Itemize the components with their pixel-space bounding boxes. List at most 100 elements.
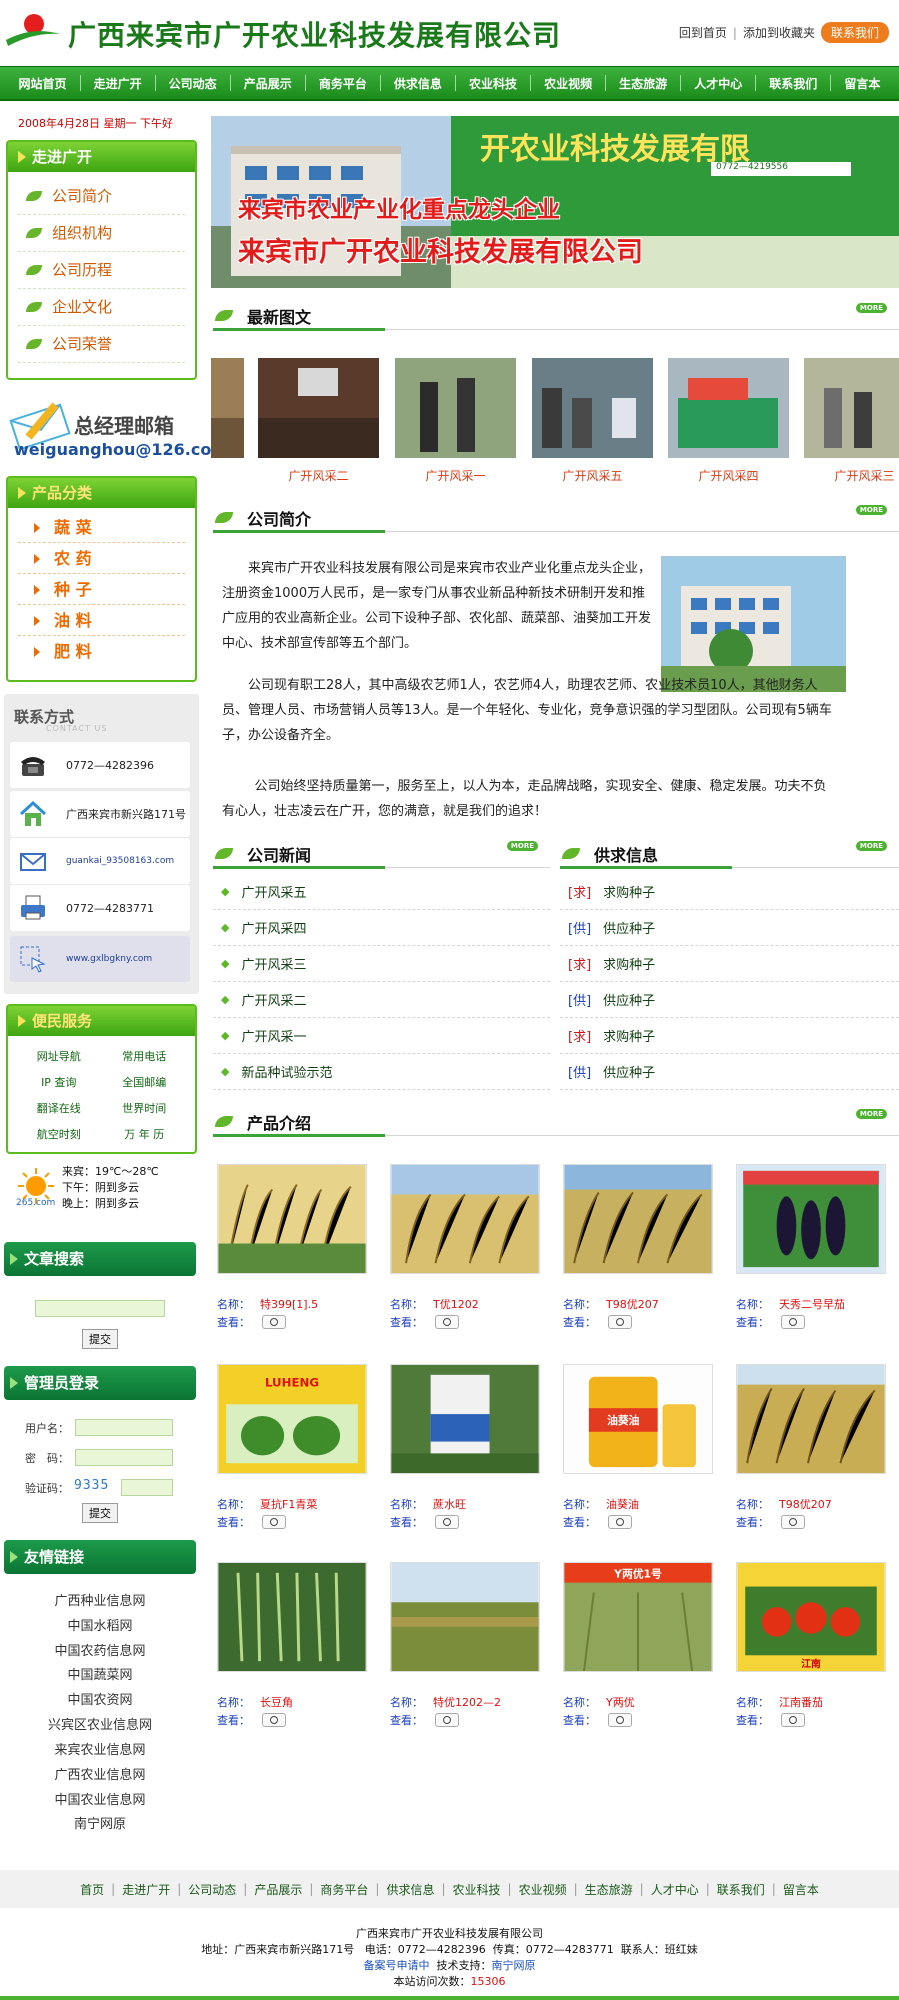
nav-item-news[interactable]: 公司动态 bbox=[169, 75, 217, 92]
news-item[interactable]: ◆ 广开风采四 bbox=[213, 910, 550, 946]
magnifier-icon[interactable] bbox=[781, 1515, 805, 1529]
footer-link[interactable]: 农业科技 bbox=[453, 1881, 501, 1898]
photo-caption[interactable]: 广开风采四 bbox=[668, 467, 789, 484]
magnifier-icon[interactable] bbox=[435, 1515, 459, 1529]
supply-item[interactable]: [供] 供应种子 bbox=[560, 1054, 899, 1090]
username-input[interactable] bbox=[75, 1419, 173, 1436]
footer-link[interactable]: 公司动态 bbox=[188, 1881, 236, 1898]
password-input[interactable] bbox=[75, 1449, 173, 1466]
nav-item-contact[interactable]: 联系我们 bbox=[769, 75, 817, 92]
photo-caption[interactable]: 广开风采二 bbox=[258, 467, 379, 484]
category-item[interactable]: 油 料 bbox=[18, 605, 185, 636]
footer-link[interactable]: 商务平台 bbox=[320, 1881, 368, 1898]
friend-link[interactable]: 广西农业信息网 bbox=[0, 1764, 200, 1783]
footer-link[interactable]: 走进广开 bbox=[122, 1881, 170, 1898]
product-image[interactable] bbox=[217, 1164, 367, 1274]
login-submit-button[interactable]: 提交 bbox=[82, 1503, 118, 1523]
photo-thumb[interactable] bbox=[532, 358, 653, 458]
friend-link[interactable]: 南宁网原 bbox=[0, 1813, 200, 1832]
product-name[interactable]: 油葵油 bbox=[606, 1498, 639, 1511]
contact-us-button[interactable]: 联系我们 bbox=[820, 22, 889, 43]
nav-item-talent[interactable]: 人才中心 bbox=[694, 75, 742, 92]
mail-address[interactable]: weiguanghou@126.com bbox=[14, 440, 228, 459]
service-link[interactable]: 世界时间 bbox=[102, 1100, 188, 1116]
product-name[interactable]: 长豆角 bbox=[260, 1696, 293, 1709]
product-image[interactable] bbox=[736, 1164, 886, 1274]
product-image[interactable]: LUHENG bbox=[217, 1364, 367, 1474]
product-name[interactable]: 江南番茄 bbox=[779, 1696, 823, 1709]
more-button[interactable]: MORE bbox=[855, 303, 887, 313]
supply-item[interactable]: [求] 求购种子 bbox=[560, 874, 899, 910]
bookmark-link[interactable]: 添加到收藏夹 bbox=[743, 24, 815, 41]
service-link[interactable]: 网址导航 bbox=[16, 1048, 102, 1064]
nav-item-home[interactable]: 网站首页 bbox=[19, 75, 67, 92]
friend-link[interactable]: 来宾农业信息网 bbox=[0, 1739, 200, 1758]
contact-email[interactable]: guankai_93508163.com bbox=[66, 856, 174, 866]
friend-link[interactable]: 中国农业信息网 bbox=[0, 1789, 200, 1808]
product-image[interactable] bbox=[563, 1164, 713, 1274]
product-name[interactable]: 特优1202—2 bbox=[433, 1696, 501, 1709]
category-item[interactable]: 农 药 bbox=[18, 543, 185, 574]
nav-item-tech[interactable]: 农业科技 bbox=[469, 75, 517, 92]
product-image[interactable]: 油葵油 bbox=[563, 1364, 713, 1474]
nav-item-products[interactable]: 产品展示 bbox=[244, 75, 292, 92]
captcha-input[interactable] bbox=[121, 1479, 173, 1496]
product-name[interactable]: T98优207 bbox=[606, 1298, 659, 1311]
footer-link[interactable]: 人才中心 bbox=[651, 1881, 699, 1898]
photo-caption[interactable]: 广开风采三 bbox=[804, 467, 899, 484]
service-link[interactable]: 航空时刻 bbox=[16, 1126, 102, 1142]
magnifier-icon[interactable] bbox=[608, 1713, 632, 1727]
friend-link[interactable]: 中国蔬菜网 bbox=[0, 1664, 200, 1683]
friend-link[interactable]: 中国农资网 bbox=[0, 1689, 200, 1708]
footer-tech[interactable]: 南宁网原 bbox=[492, 1959, 536, 1972]
news-item[interactable]: ◆ 广开风采三 bbox=[213, 946, 550, 982]
supply-item[interactable]: [求] 求购种子 bbox=[560, 946, 899, 982]
magnifier-icon[interactable] bbox=[781, 1713, 805, 1727]
photo-caption[interactable]: 广开风采五 bbox=[532, 467, 653, 484]
footer-link[interactable]: 联系我们 bbox=[717, 1881, 765, 1898]
more-button[interactable]: MORE bbox=[855, 505, 887, 515]
photo-thumb[interactable] bbox=[211, 358, 244, 458]
service-link[interactable]: 全国邮编 bbox=[102, 1074, 188, 1090]
contact-website[interactable]: www.gxlbgkny.com bbox=[66, 954, 152, 964]
product-name[interactable]: 特399[1].5 bbox=[260, 1298, 318, 1311]
about-item[interactable]: 公司简介 bbox=[18, 178, 185, 215]
search-submit-button[interactable]: 提交 bbox=[82, 1329, 118, 1349]
footer-link[interactable]: 生态旅游 bbox=[585, 1881, 633, 1898]
product-name[interactable]: 夏抗F1青菜 bbox=[260, 1498, 317, 1511]
magnifier-icon[interactable] bbox=[262, 1515, 286, 1529]
nav-item-guestbook[interactable]: 留言本 bbox=[844, 75, 880, 92]
magnifier-icon[interactable] bbox=[608, 1315, 632, 1329]
service-link[interactable]: IP 查询 bbox=[16, 1074, 102, 1090]
footer-link[interactable]: 首页 bbox=[80, 1881, 104, 1898]
more-button[interactable]: MORE bbox=[855, 1109, 887, 1119]
footer-icp[interactable]: 备案号申请中 bbox=[364, 1959, 430, 1972]
magnifier-icon[interactable] bbox=[781, 1315, 805, 1329]
more-button[interactable]: MORE bbox=[506, 841, 538, 851]
friend-link[interactable]: 兴宾区农业信息网 bbox=[0, 1714, 200, 1733]
magnifier-icon[interactable] bbox=[608, 1515, 632, 1529]
more-button[interactable]: MORE bbox=[855, 841, 887, 851]
footer-link[interactable]: 农业视频 bbox=[519, 1881, 567, 1898]
about-item[interactable]: 公司历程 bbox=[18, 252, 185, 289]
photo-caption[interactable]: 广开风采一 bbox=[395, 467, 516, 484]
nav-item-supply[interactable]: 供求信息 bbox=[394, 75, 442, 92]
search-input[interactable] bbox=[35, 1300, 165, 1317]
product-image[interactable]: 江南 bbox=[736, 1562, 886, 1672]
about-item[interactable]: 企业文化 bbox=[18, 289, 185, 326]
nav-item-video[interactable]: 农业视频 bbox=[544, 75, 592, 92]
news-item[interactable]: ◆ 新品种试验示范 bbox=[213, 1054, 550, 1090]
footer-link[interactable]: 供求信息 bbox=[386, 1881, 434, 1898]
about-item[interactable]: 组织机构 bbox=[18, 215, 185, 252]
supply-item[interactable]: [供] 供应种子 bbox=[560, 982, 899, 1018]
magnifier-icon[interactable] bbox=[262, 1713, 286, 1727]
magnifier-icon[interactable] bbox=[435, 1713, 459, 1727]
friend-link[interactable]: 广西种业信息网 bbox=[0, 1590, 200, 1609]
product-image[interactable] bbox=[390, 1164, 540, 1274]
product-image[interactable] bbox=[736, 1364, 886, 1474]
home-link[interactable]: 回到首页 bbox=[679, 24, 727, 41]
footer-link[interactable]: 留言本 bbox=[783, 1881, 819, 1898]
photo-thumb[interactable] bbox=[668, 358, 789, 458]
supply-item[interactable]: [求] 求购种子 bbox=[560, 1018, 899, 1054]
about-item[interactable]: 公司荣誉 bbox=[18, 326, 185, 363]
